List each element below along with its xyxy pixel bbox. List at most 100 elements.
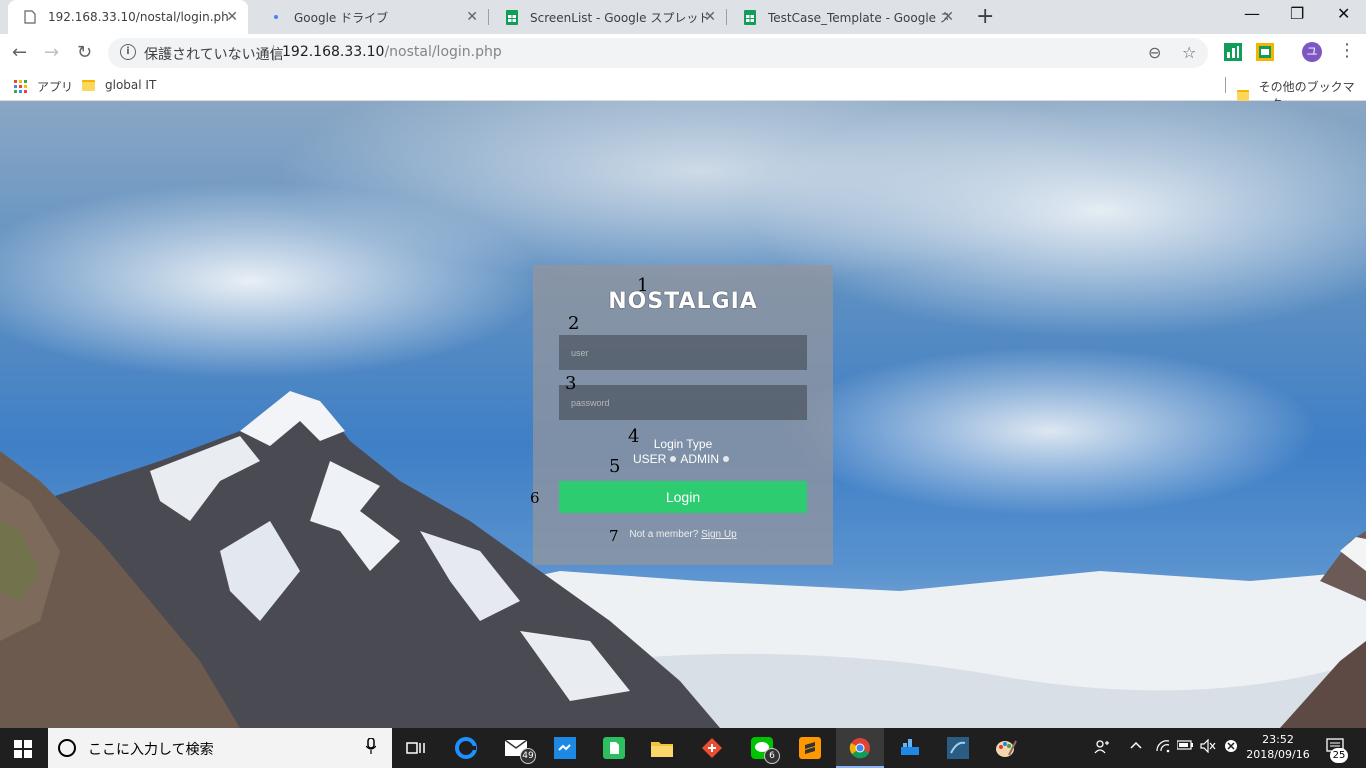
login-type-label: Login Type — [653, 437, 713, 451]
clock-date: 2018/09/16 — [1246, 748, 1310, 761]
wifi-icon[interactable] — [1155, 739, 1171, 757]
info-icon[interactable]: i — [120, 44, 136, 60]
address-bar[interactable]: i 保護されていない通信 192.168.33.10/nostal/login.… — [108, 38, 1208, 68]
volume-muted-icon[interactable] — [1200, 738, 1216, 757]
notification-count: 25 — [1330, 748, 1348, 763]
restore-button[interactable]: ❐ — [1290, 4, 1304, 23]
mysql-workbench-icon[interactable] — [946, 736, 970, 760]
task-view-icon[interactable] — [404, 736, 428, 760]
user-input[interactable] — [559, 335, 807, 370]
radio-user[interactable] — [670, 456, 677, 463]
login-type-options: USER ADMIN — [533, 452, 833, 466]
search-placeholder: ここに入力して検索 — [88, 742, 214, 758]
apps-grid-icon — [14, 80, 27, 93]
browser-menu-icon[interactable]: ⋮ — [1338, 40, 1356, 61]
paint-icon[interactable] — [994, 736, 1018, 760]
evernote-icon[interactable] — [602, 736, 626, 760]
close-icon[interactable]: ✕ — [466, 9, 478, 25]
bookmark-label: global IT — [105, 78, 157, 92]
taskbar-search[interactable]: ここに入力して検索 — [48, 728, 392, 768]
signup-text: Not a member? — [629, 529, 699, 540]
bookmark-star-icon[interactable]: ☆ — [1182, 43, 1196, 62]
new-tab-button[interactable]: + — [976, 4, 994, 29]
password-input[interactable] — [559, 385, 807, 420]
bookmark-apps[interactable]: アプリ — [14, 78, 73, 95]
bookmark-global-it[interactable]: global IT — [82, 78, 156, 92]
url-text[interactable]: 192.168.33.10/nostal/login.php — [282, 44, 502, 60]
close-icon[interactable]: ✕ — [704, 9, 716, 25]
login-button[interactable]: Login — [559, 481, 807, 513]
mail-badge: 49 — [520, 748, 536, 764]
tab-login[interactable]: 192.168.33.10/nostal/login.php ✕ — [8, 0, 248, 34]
chevron-up-icon[interactable] — [1130, 739, 1142, 755]
login-card: NOSTALGIA Login Type USER ADMIN Login Not… — [530, 265, 833, 565]
input-off-icon[interactable] — [1224, 739, 1238, 757]
url-path: /nostal/login.php — [384, 44, 502, 60]
tab-separator — [726, 9, 727, 25]
windows-taskbar: ここに入力して検索 49 6 23:52 2018/09/16 25 — [0, 728, 1366, 768]
back-button[interactable]: ← — [12, 42, 27, 63]
screen: 192.168.33.10/nostal/login.php ✕ Google … — [0, 0, 1366, 768]
cortana-icon — [58, 739, 76, 757]
signup-prompt: Not a member? Sign Up — [533, 529, 833, 540]
tab-label: ScreenList - Google スプレッドシート — [530, 10, 710, 25]
start-button[interactable] — [14, 740, 32, 758]
radio-label-admin: ADMIN — [680, 452, 719, 466]
zoom-icon[interactable]: ⊖ — [1148, 43, 1161, 62]
page-icon — [22, 9, 38, 25]
sheets-icon — [504, 9, 520, 25]
bookmark-label: アプリ — [37, 80, 74, 94]
clock-time: 23:52 — [1262, 733, 1294, 746]
annotation-6: 6 — [530, 489, 540, 507]
annotation-4: 4 — [628, 426, 640, 447]
line-badge: 6 — [764, 748, 780, 764]
tab-screenlist[interactable]: ScreenList - Google スプレッドシート ✕ — [490, 0, 726, 34]
radio-label-user: USER — [632, 452, 667, 466]
profile-avatar[interactable]: ユ — [1302, 42, 1322, 62]
app-title: NOSTALGIA — [608, 289, 758, 314]
drive-icon — [268, 9, 284, 25]
annotation-7: 7 — [609, 527, 619, 545]
url-host: 192.168.33.10 — [282, 44, 385, 60]
bookmark-separator — [1225, 77, 1226, 93]
messenger-icon[interactable] — [553, 736, 577, 760]
tab-testcase[interactable]: TestCase_Template - Google スプレ ✕ — [728, 0, 964, 34]
tab-separator — [488, 9, 489, 25]
edge-icon[interactable] — [454, 736, 478, 760]
system-clock[interactable]: 23:52 2018/09/16 — [1246, 732, 1310, 762]
extension-sheets-icon[interactable] — [1256, 43, 1274, 61]
forward-button[interactable]: → — [44, 42, 59, 63]
annotation-1: 1 — [637, 275, 649, 296]
tab-label: 192.168.33.10/nostal/login.php — [48, 10, 228, 24]
extension-analytics-icon[interactable] — [1224, 43, 1242, 61]
tab-google-drive[interactable]: Google ドライブ ✕ — [254, 0, 488, 34]
chrome-icon[interactable] — [848, 736, 872, 760]
tab-strip: 192.168.33.10/nostal/login.php ✕ Google … — [0, 0, 1366, 34]
tab-label: TestCase_Template - Google スプレ — [768, 10, 948, 25]
reload-button[interactable]: ↻ — [77, 42, 92, 63]
tab-label: Google ドライブ — [294, 10, 389, 25]
radio-admin[interactable] — [723, 456, 729, 463]
omnibox-divider — [273, 45, 274, 61]
folder-icon — [82, 79, 95, 91]
sublime-icon[interactable] — [798, 736, 822, 760]
annotation-3: 3 — [565, 373, 577, 394]
folder-icon — [1237, 89, 1249, 101]
bookmarks-bar: アプリ global IT その他のブックマーク — [0, 72, 1366, 111]
signup-link[interactable]: Sign Up — [701, 529, 737, 540]
sheets-icon — [742, 9, 758, 25]
file-explorer-icon[interactable] — [650, 736, 674, 760]
close-icon[interactable]: ✕ — [226, 9, 238, 25]
minimize-button[interactable]: — — [1244, 4, 1260, 23]
git-icon[interactable] — [700, 736, 724, 760]
security-status[interactable]: 保護されていない通信 — [144, 44, 284, 64]
microphone-icon[interactable] — [365, 737, 377, 758]
annotation-2: 2 — [568, 313, 580, 334]
close-icon[interactable]: ✕ — [942, 9, 954, 25]
page-background: NOSTALGIA Login Type USER ADMIN Login Not… — [0, 101, 1366, 728]
people-icon[interactable] — [1094, 739, 1110, 759]
docker-icon[interactable] — [898, 736, 922, 760]
window-close-button[interactable]: ✕ — [1337, 4, 1350, 23]
annotation-5: 5 — [609, 456, 621, 477]
battery-icon[interactable] — [1176, 739, 1195, 755]
